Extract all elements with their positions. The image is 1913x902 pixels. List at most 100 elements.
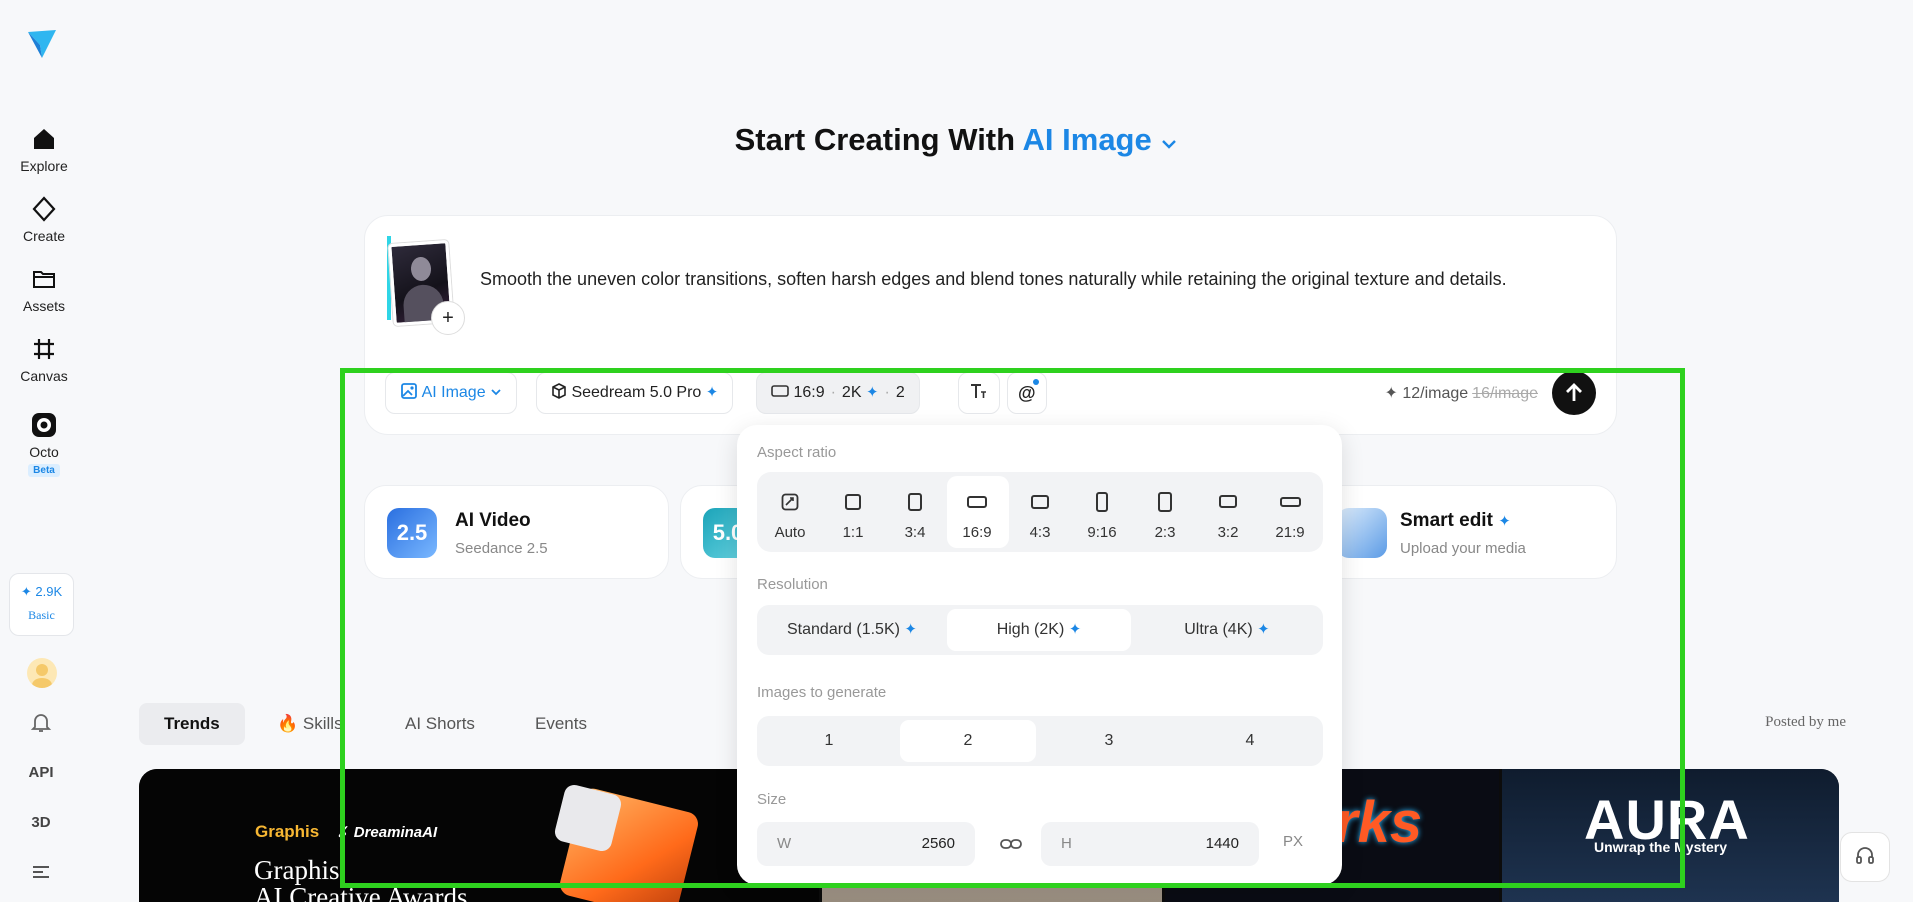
resolution-option-label: Standard (1.5K) — [787, 621, 900, 638]
mention-button[interactable]: @ — [1007, 372, 1047, 414]
images-count-label: Images to generate — [757, 684, 887, 701]
feature-card-ai-video[interactable]: 2.5 AI Video Seedance 2.5 — [364, 485, 669, 579]
spark-icon: ✦ — [865, 384, 879, 401]
spark-icon: ✦ — [1257, 621, 1270, 638]
ratio-option-2-3[interactable]: 2:3 — [1135, 476, 1195, 548]
mode-switcher[interactable]: AI Image — [1023, 122, 1179, 157]
at-icon: @ — [1018, 383, 1036, 403]
ratio-option-16-9[interactable]: 16:9 — [947, 476, 1009, 548]
height-field[interactable]: H 1440 — [1041, 822, 1259, 866]
ratio-label: 1:1 — [842, 524, 864, 541]
avatar[interactable] — [27, 658, 57, 688]
link-icon[interactable] — [999, 835, 1023, 853]
aspect-ratio-label: Aspect ratio — [757, 444, 837, 461]
count-option-3[interactable]: 3 — [1041, 720, 1177, 762]
api-link[interactable]: API — [24, 764, 58, 781]
resolution-option-high[interactable]: High (2K) ✦ — [947, 609, 1131, 651]
separator-dot: · — [830, 384, 836, 401]
add-image-button[interactable]: + — [431, 301, 465, 335]
fire-icon: 🔥 — [277, 714, 299, 733]
mode-dropdown[interactable]: AI Image — [385, 372, 518, 414]
three-d-link[interactable]: 3D — [24, 814, 58, 831]
count-option-1[interactable]: 1 — [761, 720, 897, 762]
support-button[interactable] — [1840, 832, 1890, 882]
ratio-option-21-9[interactable]: 21:9 — [1260, 476, 1320, 548]
resolution-options: Standard (1.5K) ✦ High (2K) ✦ Ultra (4K)… — [757, 605, 1323, 655]
height-key: H — [1061, 835, 1072, 852]
height-value: 1440 — [1205, 835, 1239, 852]
count-value: 2 — [895, 384, 905, 401]
create-icon — [32, 196, 56, 222]
tab-ai-shorts[interactable]: AI Shorts — [380, 703, 500, 745]
app-logo[interactable] — [26, 28, 58, 60]
model-selector[interactable]: Seedream 5.0 Pro ✦ — [536, 372, 734, 414]
sidebar-item-label: Explore — [20, 158, 68, 174]
smart-edit-thumbnail — [1337, 508, 1387, 558]
aura-subtitle: Unwrap the Mystery — [1594, 839, 1728, 855]
plan-label: Basic — [28, 608, 55, 622]
banner-awards[interactable]: Graphis ✗ DreaminaAI Graphis AI Creative … — [139, 769, 819, 902]
headset-icon — [1856, 847, 1874, 864]
ratio-option-9-16[interactable]: 9:16 — [1072, 476, 1132, 548]
tab-trends[interactable]: Trends — [139, 703, 245, 745]
ratio-option-3-2[interactable]: 3:2 — [1198, 476, 1258, 548]
sidebar-item-canvas[interactable]: Canvas — [0, 336, 88, 384]
ratio-label: 3:2 — [1217, 524, 1239, 541]
ratio-label: 21:9 — [1275, 524, 1305, 541]
wide-ratio-icon — [1280, 497, 1301, 507]
banner-aura[interactable]: AURA Unwrap the Mystery — [1502, 769, 1839, 902]
spark-icon: ✦ — [1498, 513, 1511, 530]
canvas-icon — [34, 339, 54, 359]
landscape-ratio-icon — [1031, 495, 1049, 509]
posted-by-me-toggle[interactable]: Posted by me — [1765, 714, 1846, 731]
banner-partner-text: DreaminaAI — [353, 824, 438, 841]
octo-icon — [32, 413, 56, 437]
ratio-option-4-3[interactable]: 4:3 — [1010, 476, 1070, 548]
resolution-option-standard[interactable]: Standard (1.5K) ✦ — [761, 609, 943, 651]
unit-label: PX — [1283, 833, 1304, 850]
spark-icon: ✦ — [705, 384, 719, 401]
prompt-input[interactable]: Smooth the uneven color transitions, sof… — [480, 269, 1507, 290]
size-label: Size — [757, 791, 787, 808]
text-style-button[interactable] — [958, 372, 1000, 414]
width-field[interactable]: W 2560 — [757, 822, 975, 866]
aspect-resolution-selector[interactable]: 16:9 · 2K ✦ · 2 — [756, 372, 920, 414]
generate-button[interactable] — [1552, 371, 1596, 415]
feature-card-smart-edit[interactable]: Smart edit ✦ Upload your media — [1312, 485, 1617, 579]
count-option-4[interactable]: 4 — [1181, 720, 1319, 762]
tab-skills[interactable]: 🔥 Skills — [254, 703, 368, 745]
model-label: Seedream 5.0 Pro — [571, 384, 702, 401]
notification-dot — [1032, 379, 1039, 385]
bell-icon[interactable] — [30, 711, 52, 733]
sidebar-item-label: Canvas — [20, 368, 68, 384]
menu-icon[interactable] — [31, 864, 51, 880]
price-current: 12/image — [1402, 385, 1469, 402]
banner-heading-line1: Graphis — [254, 855, 340, 885]
title-prefix: Start Creating With — [734, 122, 1016, 157]
feature-title: AI Video — [455, 510, 531, 531]
ratio-option-auto[interactable]: Auto — [760, 476, 820, 548]
arrow-up-icon — [1566, 383, 1582, 401]
sidebar-item-octo[interactable]: Octo Beta — [0, 412, 88, 477]
landscape-ratio-icon — [1219, 495, 1237, 508]
sidebar-item-label: Create — [22, 228, 66, 244]
tab-events[interactable]: Events — [510, 703, 612, 745]
ratio-option-1-1[interactable]: 1:1 — [823, 476, 883, 548]
price-info: ✦ 12/image 16/image — [1384, 383, 1538, 403]
spark-icon: ✦ — [20, 584, 32, 599]
mode-switcher-label: AI Image — [1022, 122, 1152, 157]
banner-heading: Graphis AI Creative Awards — [254, 857, 467, 902]
credits-box[interactable]: ✦ 2.9K Basic — [9, 573, 74, 636]
count-option-2[interactable]: 2 — [900, 720, 1036, 762]
ratio-label: 2:3 — [1154, 524, 1176, 541]
resolution-option-ultra[interactable]: Ultra (4K) ✦ — [1135, 609, 1319, 651]
ratio-option-3-4[interactable]: 3:4 — [885, 476, 945, 548]
sidebar-item-create[interactable]: Create — [0, 196, 88, 244]
aspect-ratio-options: Auto 1:1 3:4 16:9 4:3 9:16 2:3 3:2 21:9 — [757, 472, 1323, 552]
ratio-label: 3:4 — [904, 524, 926, 541]
banner-partner: ✗ DreaminaAI — [337, 824, 438, 841]
feature-title-text: Smart edit — [1400, 510, 1493, 531]
width-value: 2560 — [921, 835, 955, 852]
spark-icon: ✦ — [1068, 621, 1082, 638]
sidebar-item-assets[interactable]: Assets — [0, 266, 88, 314]
